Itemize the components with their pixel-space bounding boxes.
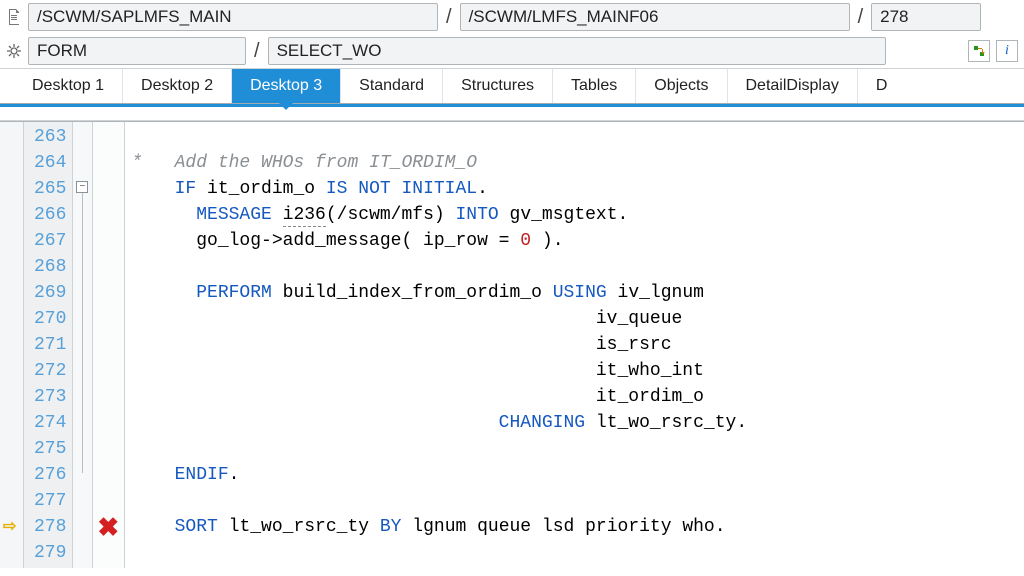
line-number: 273 [24,384,72,410]
line-number: 270 [24,306,72,332]
tab-structures[interactable]: Structures [443,69,553,103]
path-separator: / [856,6,866,29]
line-number: 275 [24,436,72,462]
code-line[interactable]: iv_queue [131,306,1024,332]
tab-desktop-3[interactable]: Desktop 3 [232,69,341,103]
line-number: 278 [24,514,72,540]
path-separator: / [444,6,454,29]
tab-standard[interactable]: Standard [341,69,443,103]
tab-more[interactable]: D [858,69,906,103]
abap-editor[interactable]: ⇨ 263264265266267268269270271272273274275… [0,121,1024,568]
line-number: 268 [24,254,72,280]
tab-tables[interactable]: Tables [553,69,636,103]
tab-objects[interactable]: Objects [636,69,727,103]
current-line-arrow-icon: ⇨ [3,516,16,536]
line-number: 274 [24,410,72,436]
document-icon [6,9,22,25]
line-number: 269 [24,280,72,306]
path-separator: / [252,40,262,63]
line-number: 279 [24,540,72,566]
line-number: 272 [24,358,72,384]
tab-desktop-2[interactable]: Desktop 2 [123,69,232,103]
block-type-field[interactable]: FORM [28,37,246,65]
code-line[interactable]: is_rsrc [131,332,1024,358]
code-line[interactable]: CHANGING lt_wo_rsrc_ty. [131,410,1024,436]
line-number: 271 [24,332,72,358]
line-number: 266 [24,202,72,228]
code-line[interactable] [131,254,1024,280]
line-number: 265 [24,176,72,202]
include-name-field[interactable]: /SCWM/LMFS_MAINF06 [460,3,850,31]
line-number: 277 [24,488,72,514]
code-line[interactable] [131,540,1024,566]
code-line[interactable] [131,488,1024,514]
program-name-field[interactable]: /SCWM/SAPLMFS_MAIN [28,3,438,31]
view-tabs: Desktop 1 Desktop 2 Desktop 3 Standard S… [0,68,1024,104]
routine-name-field[interactable]: SELECT_WO [268,37,886,65]
code-line[interactable]: PERFORM build_index_from_ordim_o USING i… [131,280,1024,306]
code-line[interactable]: MESSAGE i236(/scwm/mfs) INTO gv_msgtext. [131,202,1024,228]
code-line[interactable] [131,124,1024,150]
marker-gutter: ✖ [93,122,125,568]
info-icon[interactable]: i [996,40,1018,62]
line-number-field[interactable]: 278 [871,3,981,31]
fold-toggle-icon[interactable]: − [76,181,88,193]
code-line[interactable]: * Add the WHOs from IT_ORDIM_O [131,150,1024,176]
gear-icon[interactable] [6,43,22,59]
line-number-gutter: 2632642652662672682692702712722732742752… [24,122,73,568]
line-number: 276 [24,462,72,488]
tab-detaildisplay[interactable]: DetailDisplay [728,69,858,103]
code-line[interactable]: it_who_int [131,358,1024,384]
tab-desktop-1[interactable]: Desktop 1 [14,69,123,103]
breakpoint-marker-icon[interactable]: ✖ [97,512,119,543]
fold-gutter: − [73,122,93,568]
code-line[interactable] [131,436,1024,462]
code-line[interactable]: go_log->add_message( ip_row = 0 ). [131,228,1024,254]
code-line[interactable]: ENDIF. [131,462,1024,488]
line-number: 263 [24,124,72,150]
code-line[interactable]: SORT lt_wo_rsrc_ty BY lgnum queue lsd pr… [131,514,1024,540]
navigate-icon[interactable] [968,40,990,62]
code-area[interactable]: * Add the WHOs from IT_ORDIM_O IF it_ord… [125,122,1024,568]
fold-guide [82,193,83,473]
code-line[interactable]: IF it_ordim_o IS NOT INITIAL. [131,176,1024,202]
line-number: 264 [24,150,72,176]
code-line[interactable]: it_ordim_o [131,384,1024,410]
line-number: 267 [24,228,72,254]
exec-pointer-gutter: ⇨ [0,122,24,568]
